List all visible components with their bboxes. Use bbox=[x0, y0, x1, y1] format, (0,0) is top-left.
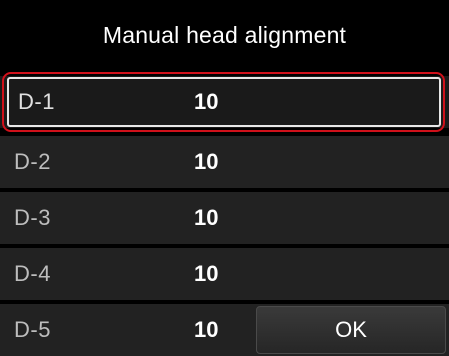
row-value: 10 bbox=[194, 89, 219, 114]
row-value: 10 bbox=[194, 149, 219, 174]
row-value: 10 bbox=[194, 261, 219, 286]
ok-button[interactable]: OK bbox=[256, 306, 446, 354]
alignment-row-d1[interactable]: D-1 10 bbox=[0, 76, 449, 128]
alignment-row-d2[interactable]: D-2 10 bbox=[0, 136, 449, 188]
screen-title: Manual head alignment bbox=[102, 21, 347, 48]
row-label: D-2 bbox=[14, 149, 51, 174]
row-label: D-4 bbox=[14, 261, 51, 286]
alignment-row-d3[interactable]: D-3 10 bbox=[0, 192, 449, 244]
row-value: 10 bbox=[194, 317, 219, 342]
row-label: D-3 bbox=[14, 205, 51, 230]
printer-screen: Manual head alignment D-1 10 D-2 10 D-3 … bbox=[0, 0, 449, 356]
row-label: D-5 bbox=[14, 317, 51, 342]
row-label: D-1 bbox=[18, 89, 55, 114]
row-value: 10 bbox=[194, 205, 219, 230]
alignment-row-d4[interactable]: D-4 10 bbox=[0, 248, 449, 300]
